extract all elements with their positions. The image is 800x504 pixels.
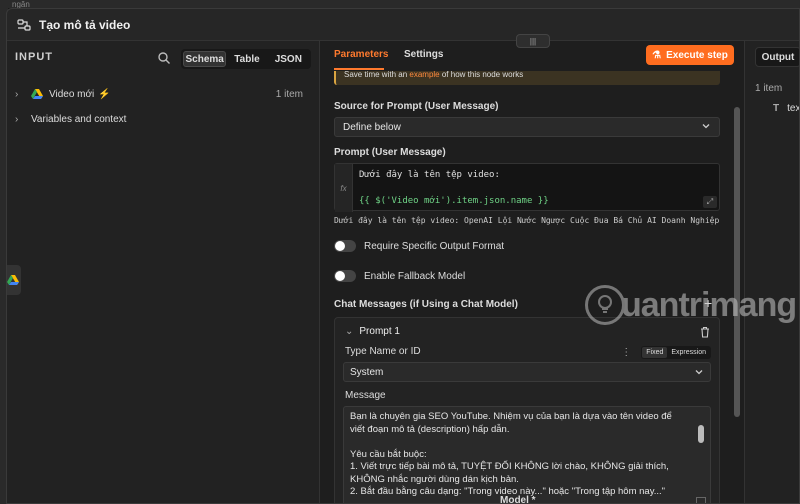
message-line: Yêu cầu bắt buộc: (350, 448, 427, 460)
type-label: Type Name or ID (345, 346, 421, 357)
modal-header: Tạo mô tả video (7, 9, 799, 41)
prompt-line-2: {{ $('Video mới').item.json.name }} (359, 196, 549, 206)
message-textarea[interactable]: Bạn là chuyên gia SEO YouTube. Nhiệm vụ … (343, 406, 711, 503)
output-panel: Output 1 item Ttext (745, 41, 800, 503)
input-view-tabs: Schema Table JSON (181, 49, 311, 69)
prompt1-header[interactable]: ⌄ Prompt 1 (345, 326, 400, 337)
chevron-down-icon (701, 121, 711, 131)
modal-title: Tạo mô tả video (39, 17, 131, 32)
mode-switch: ⋮ Fixed Expression (621, 346, 711, 359)
input-node-count: 1 item (275, 88, 303, 100)
tab-table[interactable]: Table (226, 51, 267, 67)
fallback-model-label: Enable Fallback Model (364, 270, 466, 282)
input-node-variables[interactable]: › Variables and context (15, 111, 126, 127)
background-app-strip: ngăn (0, 0, 800, 9)
node-editor-modal: Tạo mô tả video INPUT Schema Table JSON … (6, 8, 800, 504)
example-link[interactable]: example (409, 71, 439, 79)
message-scrollbar[interactable] (698, 425, 704, 443)
tab-settings[interactable]: Settings (404, 49, 443, 60)
parent-node-drive-icon[interactable] (7, 265, 21, 295)
trigger-bolt-icon: ⚡ (98, 88, 111, 100)
type-value: System (350, 366, 384, 378)
trash-icon[interactable] (699, 326, 711, 338)
source-select[interactable]: Define below (334, 117, 720, 137)
more-options-icon[interactable]: ⋮ (621, 347, 631, 358)
input-heading: INPUT (15, 51, 53, 63)
mode-fixed[interactable]: Fixed (642, 347, 668, 358)
prompt-editor[interactable]: fx Dưới đây là tên tệp video: {{ $('Vide… (334, 163, 720, 212)
search-icon[interactable] (157, 51, 171, 65)
input-node-label: Video mới (49, 88, 95, 100)
output-format-label: Require Specific Output Format (364, 240, 505, 252)
fx-icon: fx (335, 164, 353, 212)
input-panel: INPUT Schema Table JSON › Video mới ⚡ 1 … (7, 41, 319, 503)
tab-json[interactable]: JSON (268, 51, 309, 67)
resize-handle-icon[interactable] (696, 497, 706, 503)
parameters-scrollbar[interactable] (734, 107, 740, 417)
toggle-fallback-row: Enable Fallback Model (334, 269, 465, 283)
chat-messages-label: Chat Messages (if Using a Chat Model) (334, 299, 518, 310)
output-field-name: text (787, 103, 800, 114)
google-drive-icon (31, 88, 43, 100)
parameters-panel: ||| Parameters Settings ⚗ Execute step S… (319, 34, 745, 504)
chat-message-block: ⌄ Prompt 1 Type Name or ID ⋮ Fixed Expre… (334, 317, 720, 503)
notice-prefix: Save time with an (344, 71, 408, 79)
watermark-text: uantrimang (621, 285, 797, 324)
output-count: 1 item (755, 83, 783, 94)
tab-parameters[interactable]: Parameters (334, 49, 388, 60)
chevron-right-icon[interactable]: › (15, 89, 25, 100)
prompt-line-1: Dưới đây là tên tệp video: (359, 170, 500, 180)
mode-expression[interactable]: Expression (667, 347, 710, 358)
execute-step-label: Execute step (666, 49, 728, 61)
fallback-model-toggle[interactable] (334, 270, 356, 282)
lightbulb-icon (585, 285, 625, 325)
message-label: Message (345, 390, 386, 401)
tab-active-underline (334, 68, 384, 70)
tab-output[interactable]: Output (755, 47, 799, 67)
tab-schema[interactable]: Schema (183, 51, 227, 67)
chevron-down-icon (694, 367, 704, 377)
example-notice: Save time with an example of how this no… (334, 71, 720, 85)
flask-icon: ⚗ (652, 49, 662, 61)
chevron-right-icon[interactable]: › (15, 114, 25, 125)
model-label: Model * (500, 495, 536, 504)
string-type-icon: T (773, 103, 780, 114)
chevron-down-icon[interactable]: ⌄ (345, 326, 353, 337)
type-select[interactable]: System (343, 362, 711, 382)
prompt-label: Prompt (User Message) (334, 147, 446, 158)
toggle-output-format-row: Require Specific Output Format (334, 239, 504, 253)
variables-label: Variables and context (31, 113, 127, 125)
expand-icon[interactable]: ⤢ (703, 196, 717, 208)
message-line: Bạn là chuyên gia SEO YouTube. Nhiệm vụ … (350, 411, 672, 422)
notice-suffix: of how this node works (441, 71, 524, 79)
message-line: 1. Viết trực tiếp bài mô tả, TUYỆT ĐỐI K… (350, 461, 669, 472)
output-format-toggle[interactable] (334, 240, 356, 252)
watermark-logo: uantrimang (585, 285, 797, 325)
message-line (350, 436, 690, 449)
fixed-expression-pill: Fixed Expression (641, 346, 711, 359)
output-field-row[interactable]: Ttext (773, 103, 800, 114)
workflow-icon (17, 18, 31, 32)
prompt1-label: Prompt 1 (359, 326, 400, 337)
input-node-video-moi[interactable]: › Video mới ⚡ 1 item (15, 86, 311, 102)
message-line: viết đoạn mô tả (description) hấp dẫn. (350, 423, 510, 435)
message-line: KHÔNG nhắc người dùng dán kịch bản. (350, 473, 519, 485)
prompt-preview: Dưới đây là tên tệp video: OpenAI Lội Nư… (334, 216, 724, 225)
source-label: Source for Prompt (User Message) (334, 101, 499, 112)
drag-handle[interactable]: ||| (516, 34, 550, 48)
message-text: Bạn là chuyên gia SEO YouTube. Nhiệm vụ … (350, 411, 690, 499)
source-value: Define below (343, 121, 401, 133)
execute-step-button[interactable]: ⚗ Execute step (646, 45, 734, 65)
